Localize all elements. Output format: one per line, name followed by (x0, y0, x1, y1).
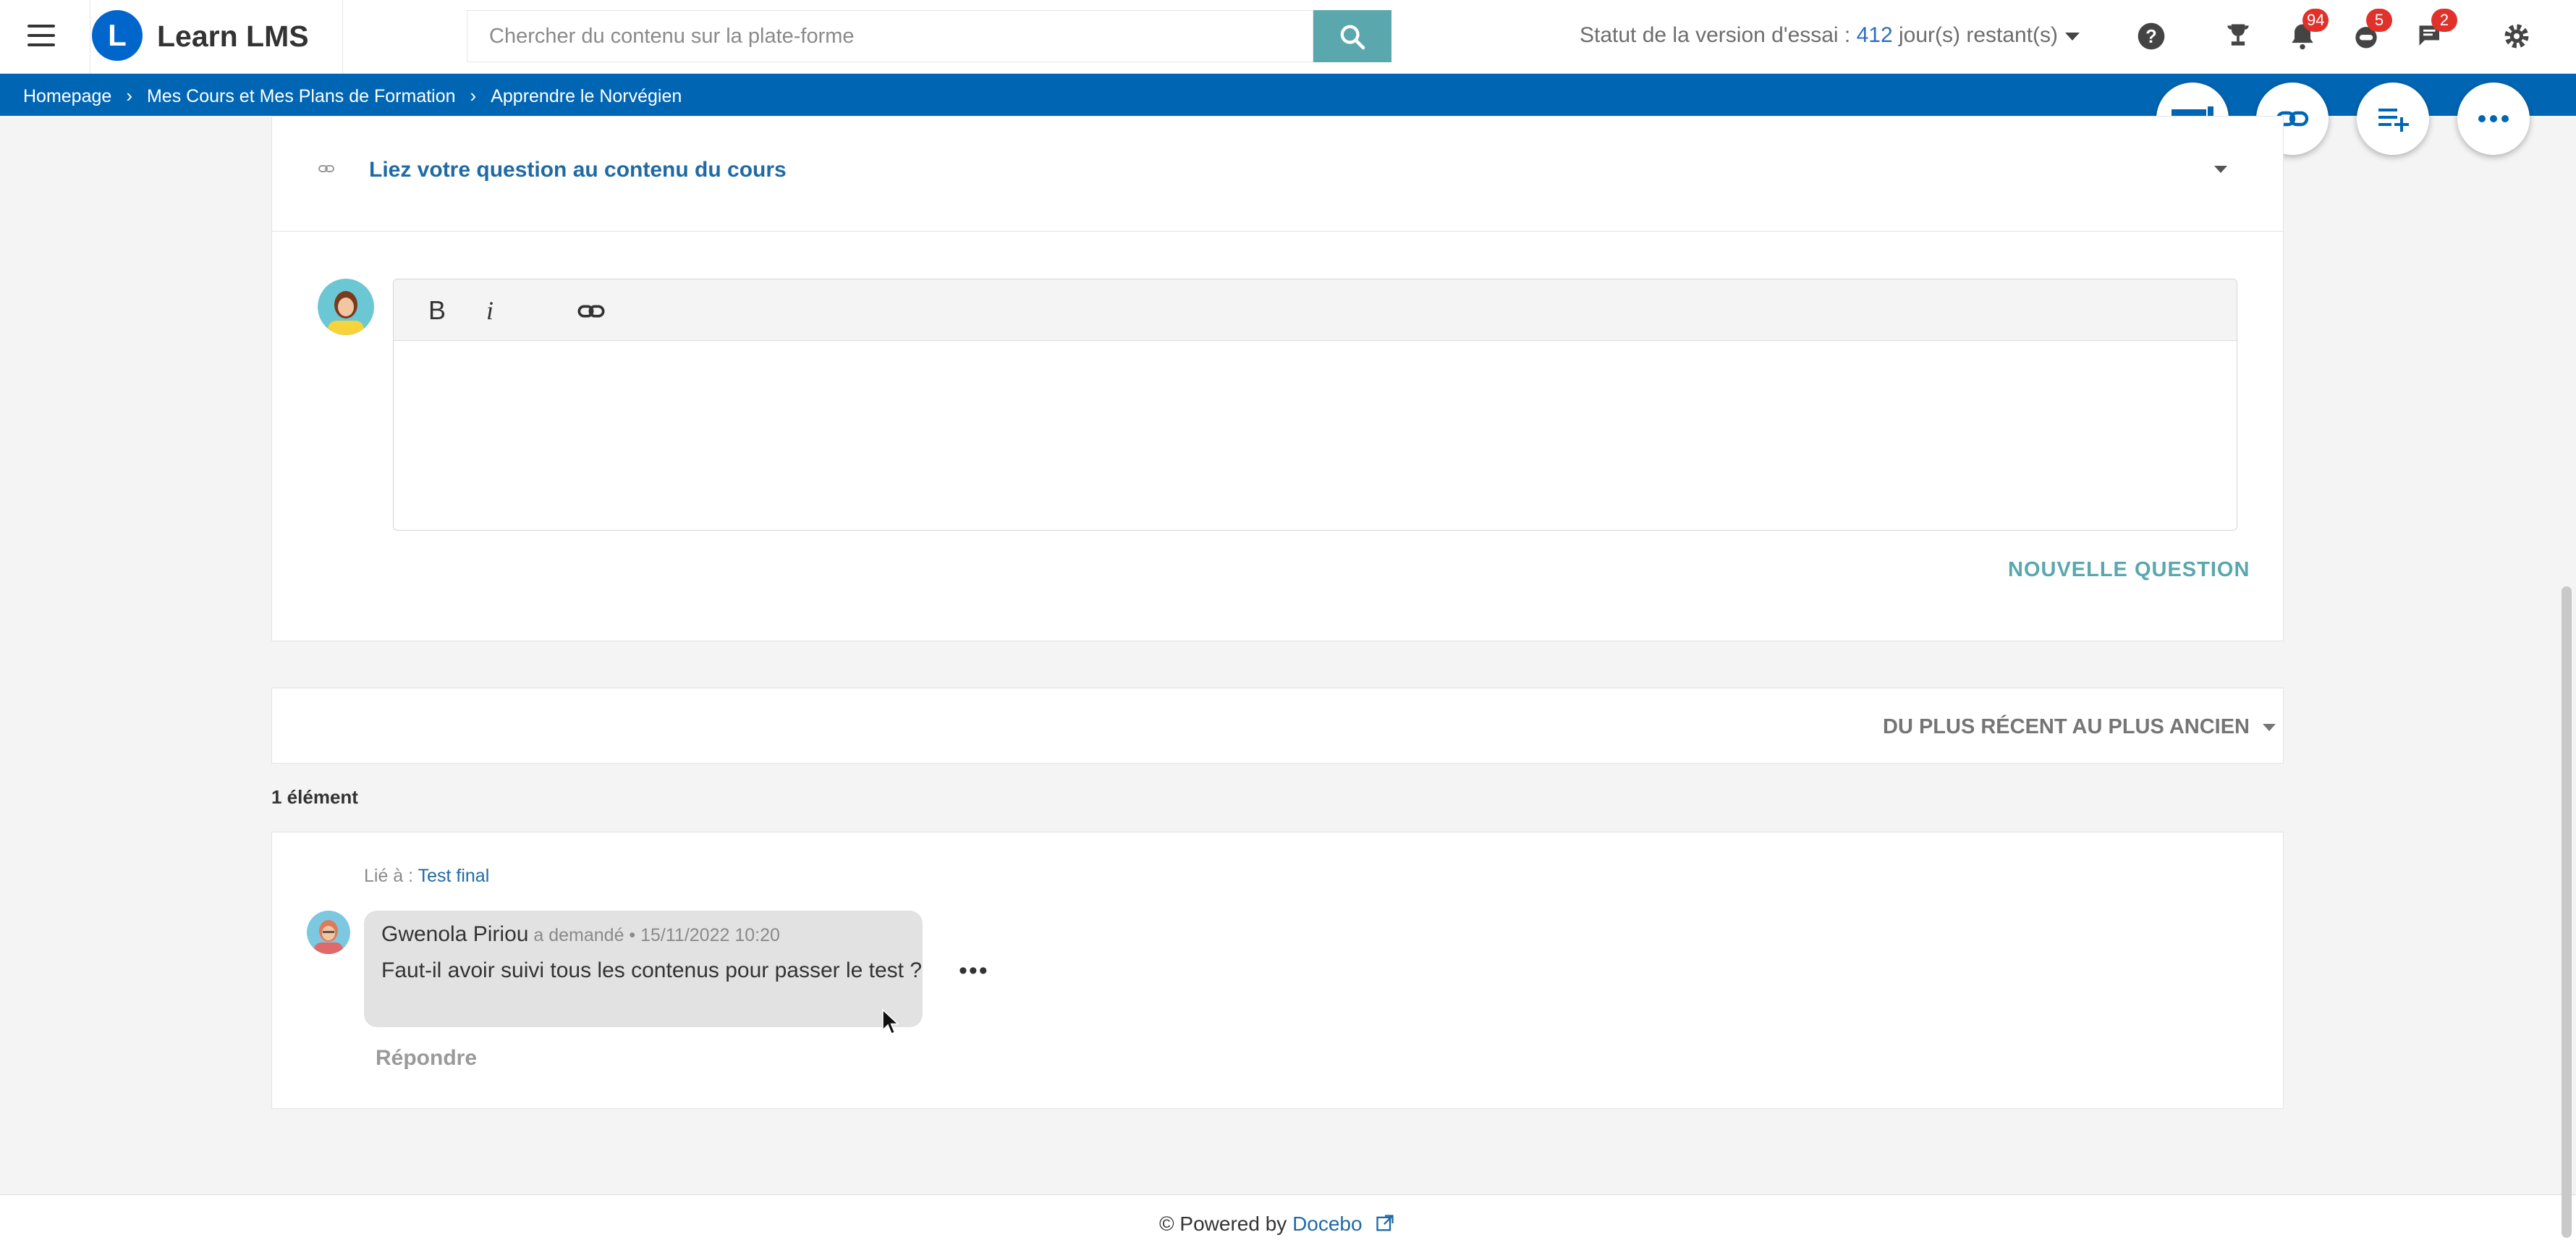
messages-badge: 2 (2431, 9, 2457, 32)
italic-button[interactable]: i (486, 295, 493, 326)
footer-prefix: © Powered by (1159, 1212, 1293, 1235)
question-text: Faut-il avoir suivi tous les contenus po… (381, 958, 923, 982)
more-options-button[interactable]: ••• (959, 957, 989, 985)
playlist-add-icon (2378, 109, 2409, 132)
question-meta: a demandé • 15/11/2022 10:20 (528, 925, 780, 945)
breadcrumb-my-courses[interactable]: Mes Cours et Mes Plans de Formation (147, 86, 456, 106)
chevron-down-icon[interactable] (2214, 166, 2227, 173)
search-button[interactable] (1313, 10, 1391, 62)
page-scrollbar[interactable] (2562, 586, 2572, 1238)
more-horizontal-icon (2478, 115, 2509, 122)
author-name[interactable]: Gwenola Piriou (381, 922, 528, 946)
trial-days: 412 (1856, 23, 1893, 47)
add-to-playlist-fab[interactable] (2357, 83, 2429, 155)
chat-badge: 5 (2366, 9, 2392, 32)
docebo-link[interactable]: Docebo (1292, 1212, 1363, 1235)
svg-text:?: ? (2145, 27, 2157, 47)
trial-status-dropdown[interactable]: Statut de la version d'essai : 412 jour(… (1580, 23, 2080, 48)
search-bar (467, 10, 1393, 62)
chat-support-icon[interactable]: 5 (2350, 9, 2392, 52)
help-icon[interactable]: ? (2135, 20, 2167, 52)
results-count: 1 élément (271, 786, 358, 808)
sort-dropdown[interactable]: DU PLUS RÉCENT AU PLUS ANCIEN (1883, 715, 2276, 739)
messages-icon[interactable]: 2 (2415, 9, 2457, 52)
avatar (318, 279, 374, 335)
search-input[interactable] (467, 10, 1313, 62)
mouse-cursor-icon (881, 1008, 900, 1039)
link-icon (315, 160, 337, 181)
question-author-line: Gwenola Piriou a demandé • 15/11/2022 10… (381, 922, 780, 947)
new-question-button[interactable]: NOUVELLE QUESTION (2008, 558, 2250, 582)
app-name: Learn LMS (157, 20, 309, 53)
linked-content: Lié à : Test final (364, 866, 489, 887)
footer-credit: © Powered by Docebo (1159, 1212, 1395, 1236)
chevron-right-icon: › (126, 85, 132, 106)
linked-prefix: Lié à : (364, 866, 418, 886)
chevron-down-icon (2065, 32, 2080, 41)
insert-link-button[interactable] (575, 297, 608, 332)
editor-toolbar: B i (394, 279, 2237, 341)
breadcrumb-home[interactable]: Homepage (23, 86, 111, 106)
author-avatar[interactable] (307, 911, 350, 954)
notifications-badge: 94 (2302, 9, 2329, 32)
divider (272, 231, 2283, 232)
chevron-down-icon (2263, 724, 2276, 732)
sort-label: DU PLUS RÉCENT AU PLUS ANCIEN (1883, 715, 2250, 738)
bold-button[interactable]: B (428, 295, 446, 326)
top-bar: L Learn LMS Statut de la version d'essai… (0, 0, 2576, 74)
more-options-fab[interactable] (2457, 83, 2530, 155)
menu-icon[interactable] (27, 25, 55, 46)
notifications-icon[interactable]: 94 (2287, 9, 2329, 52)
trophy-icon[interactable] (2222, 20, 2254, 52)
linked-content-link[interactable]: Test final (418, 866, 490, 886)
breadcrumb-current: Apprendre le Norvégien (491, 86, 682, 106)
chevron-right-icon: › (470, 85, 477, 106)
link-question-toggle[interactable]: Liez votre question au contenu du cours (369, 158, 787, 182)
external-link-icon[interactable] (1375, 1213, 1395, 1233)
footer: © Powered by Docebo (0, 1194, 2576, 1240)
reply-button[interactable]: Répondre (376, 1046, 477, 1071)
link-icon (577, 305, 605, 318)
app-logo[interactable]: L (92, 10, 143, 61)
gear-icon[interactable] (2501, 20, 2533, 52)
search-icon (1340, 25, 1365, 50)
trial-status-prefix: Statut de la version d'essai : (1580, 23, 1857, 47)
trial-status-suffix: jour(s) restant(s) (1892, 23, 2059, 47)
question-bubble: Gwenola Piriou a demandé • 15/11/2022 10… (364, 911, 923, 1027)
question-editor[interactable]: B i (393, 279, 2237, 531)
